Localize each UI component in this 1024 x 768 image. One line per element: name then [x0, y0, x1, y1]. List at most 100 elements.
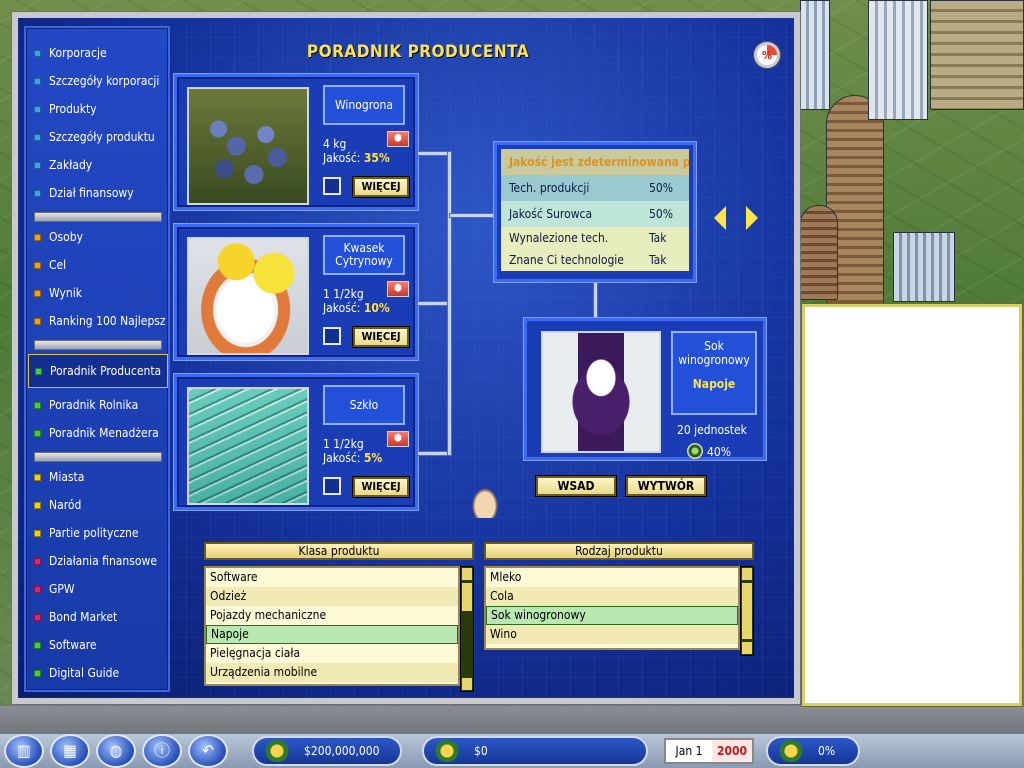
scroll-thumb[interactable]: [462, 583, 472, 611]
connector-line: [418, 452, 450, 455]
sidebar-item-persons[interactable]: Osoby: [28, 224, 168, 250]
ingredient-checkbox[interactable]: [323, 477, 341, 495]
product-name-box[interactable]: Sok winogronowy Napoje: [671, 331, 757, 415]
bullet-icon: [34, 473, 41, 481]
more-button[interactable]: WIĘCEJ: [352, 176, 410, 198]
ingredient-card: Winogrona 4 kg ⬢ Jakość: 35% WIĘCEJ: [174, 74, 418, 210]
scroll-up-icon[interactable]: [742, 568, 752, 580]
sidebar-item-score[interactable]: Wynik: [28, 280, 168, 306]
source-icon[interactable]: ⬢: [387, 431, 409, 447]
previous-arrow-icon[interactable]: [714, 206, 726, 230]
list-item[interactable]: Mleko: [486, 568, 738, 587]
bullet-icon: [34, 77, 41, 85]
sidebar-item-goal[interactable]: Cel: [28, 252, 168, 278]
determinant-label: Jakość Surowca: [509, 207, 593, 221]
info-icon[interactable]: ⓘ: [142, 734, 182, 768]
scroll-down-icon[interactable]: [462, 678, 472, 690]
sidebar-item-corporations[interactable]: Korporacje: [28, 40, 168, 66]
sidebar-item-financial-actions[interactable]: Działania finansowe: [28, 548, 168, 574]
ingredient-card: Kwasek Cytrynowy 1 1/2kg ⬢ Jakość: 10% W…: [174, 224, 418, 360]
input-button[interactable]: WSAD: [535, 475, 617, 497]
section-divider: [34, 340, 162, 350]
globe-icon[interactable]: ◍: [96, 734, 136, 768]
sidebar-item-label: Naród: [49, 498, 82, 512]
list-item[interactable]: Pojazdy mechaniczne: [206, 606, 458, 625]
list-item[interactable]: Software: [206, 568, 458, 587]
profit-value: $0: [474, 744, 488, 758]
sidebar-item-label: Poradnik Rolnika: [49, 398, 139, 412]
sidebar-item-firms[interactable]: Zakłady: [28, 152, 168, 178]
sidebar-item-farmer-guide[interactable]: Poradnik Rolnika: [28, 392, 168, 418]
bullet-icon: [34, 317, 41, 325]
ingredient-quality: Jakość: 35%: [323, 151, 390, 165]
office-building: [800, 0, 830, 110]
more-button[interactable]: WIĘCEJ: [352, 326, 410, 348]
sidebar-item-cities[interactable]: Miasta: [28, 464, 168, 490]
sidebar-item-manager-guide[interactable]: Poradnik Menadżera: [28, 420, 168, 446]
sidebar-item-producer-guide[interactable]: Poradnik Producenta: [28, 354, 168, 388]
ingredient-name[interactable]: Kwasek Cytrynowy: [323, 235, 405, 275]
sidebar-item-label: Poradnik Producenta: [50, 364, 162, 378]
sidebar-item-software[interactable]: Software: [28, 632, 168, 658]
product-category: Napoje: [692, 377, 736, 391]
sidebar-item-bond-market[interactable]: Bond Market: [28, 604, 168, 630]
next-arrow-icon[interactable]: [746, 206, 758, 230]
scroll-thumb[interactable]: [742, 583, 752, 639]
list-item[interactable]: Odzież: [206, 587, 458, 606]
sidebar-item-nation[interactable]: Naród: [28, 492, 168, 518]
bullet-icon: [34, 261, 41, 269]
sidebar-item-ranking[interactable]: Ranking 100 Najlepsz: [28, 308, 168, 334]
sidebar-item-political-parties[interactable]: Partie polityczne: [28, 520, 168, 546]
list-item[interactable]: Pielęgnacja ciała: [206, 644, 458, 663]
ingredient-checkbox[interactable]: [323, 327, 341, 345]
quality-value: 5%: [363, 451, 383, 465]
scroll-down-icon[interactable]: [742, 642, 752, 654]
product-class-scrollbar[interactable]: [460, 566, 474, 692]
list-item-selected[interactable]: Sok winogronowy: [486, 606, 738, 625]
product-type-list[interactable]: Mleko Cola Sok winogronowy Wino: [484, 566, 740, 650]
list-item[interactable]: Urządzenia mobilne: [206, 663, 458, 682]
ingredient-quality: Jakość: 10%: [323, 301, 390, 315]
sidebar-item-corporation-details[interactable]: Szczegóły korporacji: [28, 68, 168, 94]
sidebar-item-finance[interactable]: Dział finansowy: [28, 180, 168, 206]
grapes-photo: [187, 87, 309, 205]
ingredient-name[interactable]: Szkło: [323, 385, 405, 425]
ingredient-checkbox[interactable]: [323, 177, 341, 195]
buildings-icon[interactable]: ▥: [4, 734, 44, 768]
pie-chart-icon[interactable]: %: [754, 42, 780, 68]
product-type-scrollbar[interactable]: [740, 566, 754, 656]
more-button[interactable]: WIĘCEJ: [352, 476, 410, 498]
determinant-value: 50%: [649, 181, 673, 195]
cash-display: $200,000,000: [252, 736, 402, 766]
sidebar-item-products[interactable]: Produkty: [28, 96, 168, 122]
undo-icon[interactable]: ↶: [188, 734, 228, 768]
ingredient-amount: 1 1/2kg: [323, 437, 364, 451]
sidebar-item-label: Produkty: [49, 102, 97, 116]
output-button[interactable]: WYTWÓR: [625, 475, 707, 497]
connector-line: [594, 282, 597, 318]
sidebar-item-stock-exchange[interactable]: GPW: [28, 576, 168, 602]
scroll-up-icon[interactable]: [462, 568, 472, 580]
ingredient-name[interactable]: Winogrona: [323, 85, 405, 125]
bullet-icon: [34, 585, 41, 593]
glass-photo: [187, 387, 309, 505]
determinant-row: Jakość Surowca 50%: [501, 201, 689, 227]
product-class-list[interactable]: Software Odzież Pojazdy mechaniczne Napo…: [204, 566, 460, 686]
source-icon[interactable]: ⬢: [387, 281, 409, 297]
list-item[interactable]: Cola: [486, 587, 738, 606]
sidebar-item-product-details[interactable]: Szczegóły produktu: [28, 124, 168, 150]
office-building: [868, 0, 928, 120]
sidebar-item-digital-guide[interactable]: Digital Guide: [28, 660, 168, 686]
determinant-label: Znane Ci technologie: [509, 253, 624, 267]
map-icon[interactable]: ▦: [50, 734, 90, 768]
sidebar-item-label: Cel: [49, 258, 67, 272]
connector-line: [418, 152, 450, 155]
determinant-value: 50%: [649, 207, 673, 221]
quality-icon: [687, 443, 703, 459]
list-item[interactable]: Wino: [486, 625, 738, 644]
list-item-selected[interactable]: Napoje: [206, 625, 458, 644]
date-day: Jan 1: [675, 744, 703, 758]
bullet-icon: [34, 189, 41, 197]
office-building: [930, 0, 1024, 110]
source-icon[interactable]: ⬢: [387, 131, 409, 147]
